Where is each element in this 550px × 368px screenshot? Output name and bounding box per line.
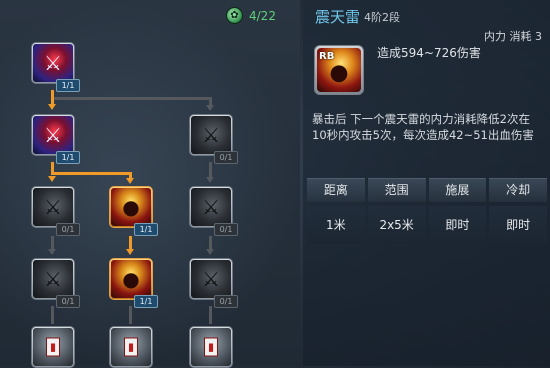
blade-skill-icon: ⚔ — [44, 123, 62, 147]
blade-skill-icon: ⚔ — [44, 51, 62, 75]
skill-level-badge: 0/1 — [56, 223, 80, 236]
jade-orb-icon: ✿ — [226, 7, 243, 24]
path-line — [54, 97, 211, 100]
stat-value-cast: 即时 — [428, 206, 487, 244]
path-line — [51, 172, 131, 175]
skill-level-badge: 0/1 — [214, 295, 238, 308]
skill-cost: 内力 消耗 3 — [484, 30, 542, 43]
path-arrow — [126, 178, 134, 184]
skill-damage: 造成594~726伤害 — [377, 46, 481, 60]
skill-node-card[interactable]: ▮ — [109, 326, 153, 368]
skill-name: 震天雷 — [315, 8, 361, 26]
scroll-card-icon: ▮ — [124, 337, 138, 357]
skill-node-thunder[interactable]: ● 1/1 — [109, 258, 158, 308]
skill-tier: 4阶2段 — [364, 11, 400, 24]
skill-description: 暴击后 下一个震天雷的内力消耗降低2次在10秒内攻击5次，每次造成42~51出血… — [312, 112, 534, 142]
stat-header-area: 范围 — [367, 178, 426, 202]
bomb-skill-icon: ● — [329, 60, 349, 86]
skill-points-display: ✿ 4/22 — [226, 7, 276, 24]
path-arrow — [206, 105, 214, 111]
skill-node-thunder[interactable]: ● 1/1 — [109, 186, 158, 236]
skill-tree-panel: ✿ 4/22 ⚔ 1/1 ⚔ 1/1 ⚔ 0/1 ⚔ 0/1 ● 1/1 ⚔ 0… — [0, 0, 300, 368]
path-arrow — [48, 104, 56, 110]
skill-node-card[interactable]: ▮ — [31, 326, 75, 368]
path-arrow — [206, 249, 214, 255]
skill-node-locked[interactable]: ⚔ 0/1 — [189, 186, 238, 236]
path-arrow — [48, 249, 56, 255]
blade-skill-icon: ⚔ — [202, 267, 220, 291]
path-line — [129, 306, 132, 324]
skill-level-badge: 0/1 — [56, 295, 80, 308]
skill-node-locked[interactable]: ⚔ 0/1 — [189, 258, 238, 308]
skill-level-badge: 0/1 — [214, 151, 238, 164]
stat-value-range: 1米 — [307, 206, 365, 244]
stat-header-cooldown: 冷却 — [489, 178, 547, 202]
stats-value-row: 1米 2x5米 即时 即时 — [307, 206, 550, 244]
skill-level-badge: 1/1 — [56, 79, 80, 92]
skill-detail-panel: 震天雷 4阶2段 内力 消耗 3 RB ● 造成594~726伤害 暴击后 下一… — [303, 0, 550, 366]
skill-node-locked[interactable]: ⚔ 0/1 — [189, 114, 238, 164]
skill-node-locked[interactable]: ⚔ 0/1 — [31, 258, 80, 308]
skill-level-badge: 1/1 — [134, 223, 158, 236]
skill-large-icon: RB ● — [314, 45, 364, 95]
blade-skill-icon: ⚔ — [44, 267, 62, 291]
path-arrow — [126, 249, 134, 255]
path-line — [209, 306, 212, 324]
stat-value-cooldown: 即时 — [489, 206, 547, 244]
path-line — [51, 306, 54, 324]
skill-node-locked[interactable]: ⚔ 0/1 — [31, 186, 80, 236]
skill-points-value: 4/22 — [249, 8, 276, 23]
stat-value-area: 2x5米 — [367, 206, 426, 244]
bomb-skill-icon: ● — [122, 195, 140, 219]
stat-header-range: 距离 — [307, 178, 365, 202]
skill-node-card[interactable]: ▮ — [189, 326, 233, 368]
blade-skill-icon: ⚔ — [202, 195, 220, 219]
scroll-card-icon: ▮ — [204, 337, 218, 357]
skill-level-badge: 1/1 — [56, 151, 80, 164]
skill-node-learned[interactable]: ⚔ 1/1 — [31, 42, 80, 92]
bomb-skill-icon: ● — [122, 267, 140, 291]
skill-node-learned[interactable]: ⚔ 1/1 — [31, 114, 80, 164]
skill-level-badge: 1/1 — [134, 295, 158, 308]
blade-skill-icon: ⚔ — [44, 195, 62, 219]
stats-header-row: 距离 范围 施展 冷却 — [307, 178, 550, 202]
skill-level-badge: 0/1 — [214, 223, 238, 236]
scroll-card-icon: ▮ — [46, 337, 60, 357]
path-arrow — [206, 177, 214, 183]
stat-header-cast: 施展 — [428, 178, 487, 202]
blade-skill-icon: ⚔ — [202, 123, 220, 147]
path-arrow — [48, 176, 56, 182]
skill-stats-table: 距离 范围 施展 冷却 1米 2x5米 即时 即时 — [307, 178, 550, 244]
